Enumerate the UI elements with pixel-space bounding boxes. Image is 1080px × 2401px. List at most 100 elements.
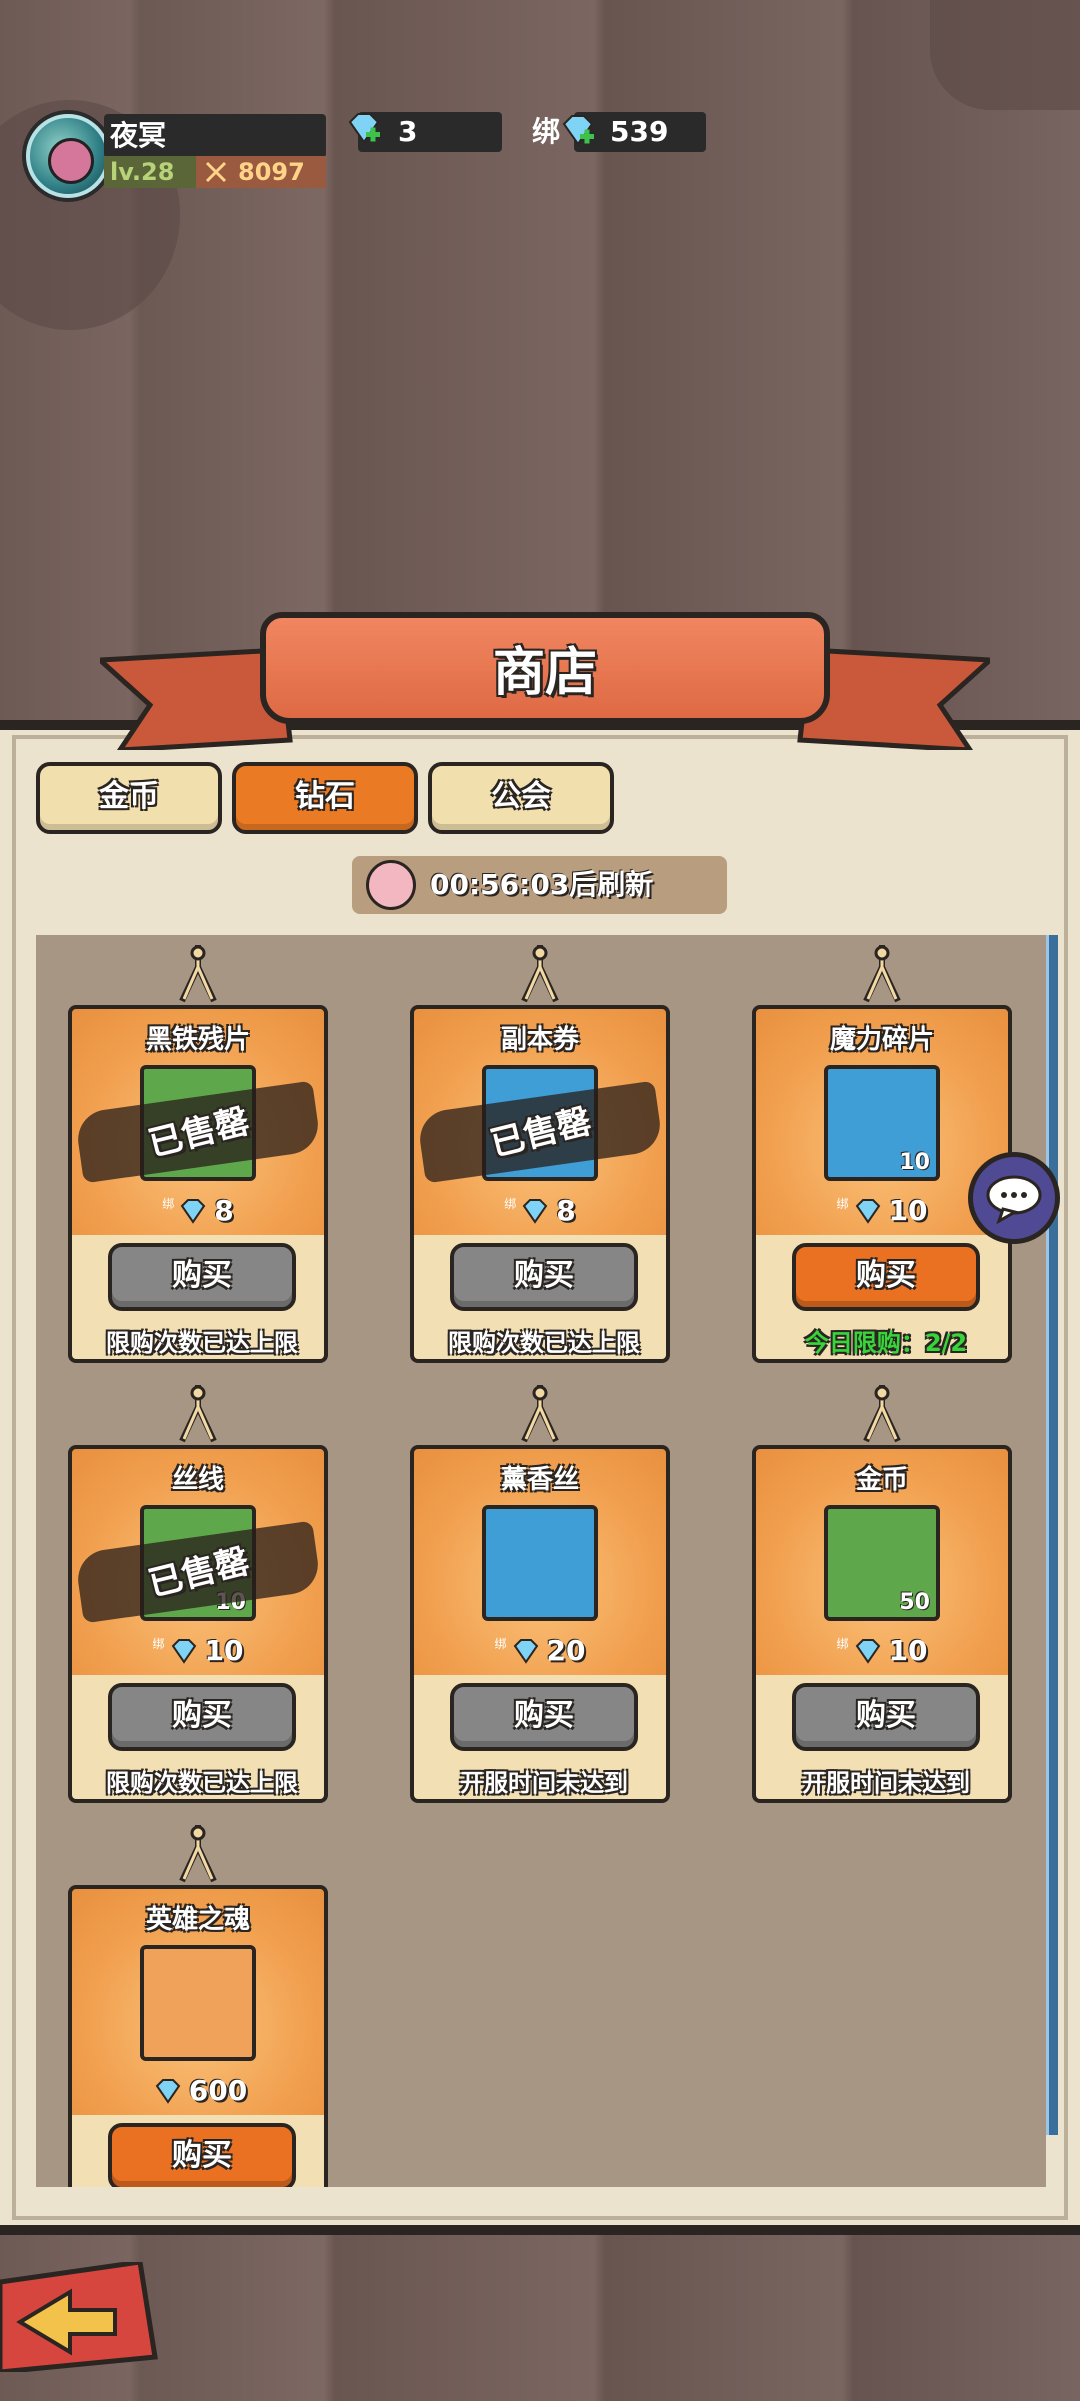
magic-shard-icon: 10 — [824, 1065, 940, 1181]
chat-bubble-icon — [986, 1175, 1042, 1225]
price-row: 600 — [68, 2069, 328, 2113]
bind-tag: 绑 — [494, 1637, 507, 1651]
card-footer: 购买 — [68, 2115, 328, 2187]
scrollbar[interactable] — [1046, 935, 1058, 2135]
item-quantity: 10 — [899, 1150, 930, 1175]
purchase-note: 开服时间未达到 — [460, 1769, 628, 1797]
item-name: 英雄之魂 — [145, 1905, 250, 1935]
background-rock — [930, 0, 1080, 110]
shop-title: 商店 — [492, 643, 597, 703]
hook-icon — [521, 1385, 559, 1443]
price-row: 绑 20 — [410, 1629, 670, 1673]
price-row: 绑 10 — [68, 1629, 328, 1673]
item-price: 10 — [888, 1634, 928, 1667]
diamond-icon — [522, 1199, 548, 1224]
hook-icon — [863, 945, 901, 1003]
bound-diamond-count: 539 — [610, 115, 669, 148]
purchase-note: 开服时间未达到 — [802, 1769, 970, 1797]
hook-icon — [179, 1385, 217, 1443]
player-level: lv.28 — [104, 156, 196, 188]
diamond-icon — [155, 2079, 181, 2104]
item-price: 8 — [214, 1194, 234, 1227]
hook-icon — [179, 945, 217, 1003]
item-quantity: 50 — [899, 1590, 930, 1615]
bound-diamond-counter[interactable]: 绑 539 — [532, 112, 706, 152]
tab-guild[interactable]: 公会 — [428, 762, 614, 834]
diamond-icon — [171, 1639, 196, 1664]
shop-item-card[interactable]: 黑铁残片 已售罄绑 8 购买 限购次数已达上限 — [68, 945, 328, 1363]
diamond-plus-icon[interactable] — [344, 112, 384, 148]
avatar-face — [48, 138, 94, 184]
item-name: 副本券 — [500, 1025, 579, 1055]
shop-title-ribbon: 商店 — [100, 600, 990, 750]
hero-soul-icon — [140, 1945, 256, 2061]
swords-icon — [205, 161, 227, 183]
diamond-icon — [855, 1639, 880, 1664]
price-row: 绑8 — [410, 1189, 670, 1233]
diamond-icon — [855, 1199, 880, 1224]
card-footer: 购买限购次数已达上限 — [410, 1235, 670, 1363]
gold-coin-icon: 50 — [824, 1505, 940, 1621]
diamond-icon — [513, 1639, 538, 1664]
player-power: 8097 — [196, 156, 326, 188]
item-name: 魔力碎片 — [829, 1025, 934, 1055]
diamond-icon — [180, 1199, 206, 1224]
buy-button[interactable]: 购买 — [108, 2123, 296, 2187]
card-footer: 购买限购次数已达上限 — [68, 1675, 328, 1803]
diamond-count: 3 — [398, 115, 418, 148]
shop-item-card[interactable]: 英雄之魂 600 购买 — [68, 1825, 328, 2187]
shop-item-card[interactable]: 丝线10已售罄绑10购买限购次数已达上限 — [68, 1385, 328, 1803]
refresh-timer: 00:56:03后刷新 — [352, 856, 727, 914]
item-name: 薰香丝 — [500, 1465, 579, 1495]
card-footer: 购买 开服时间未达到 — [752, 1675, 1012, 1803]
card-footer: 购买限购次数已达上限 — [68, 1235, 328, 1363]
purchase-note: 限购次数已达上限 — [106, 1769, 298, 1797]
item-price: 10 — [888, 1194, 928, 1227]
item-name: 金币 — [855, 1465, 908, 1495]
power-value: 8097 — [238, 158, 305, 186]
item-price: 600 — [188, 2074, 248, 2107]
bound-diamond-plus-icon[interactable] — [558, 114, 598, 150]
buy-button[interactable]: 购买 — [792, 1243, 980, 1311]
card-footer: 购买 开服时间未达到 — [410, 1675, 670, 1803]
price-row: 绑 10 — [752, 1629, 1012, 1673]
buy-button[interactable]: 购买 — [450, 1683, 638, 1751]
bind-tag: 绑 — [152, 1637, 165, 1651]
shop-item-card[interactable]: 金币 50 绑 10 购买开服时间未达到 — [752, 1385, 1012, 1803]
hook-icon — [179, 1825, 217, 1883]
shop-item-card[interactable]: 副本券 已售罄绑 8 购买 限购次数已达上限 — [410, 945, 670, 1363]
shop-item-card[interactable]: 薰香丝绑 20 购买开服时间未达到 — [410, 1385, 670, 1803]
item-price: 20 — [546, 1634, 586, 1667]
clock-icon — [366, 860, 416, 910]
tab-gold[interactable]: 金币 — [36, 762, 222, 834]
hook-icon — [863, 1385, 901, 1443]
shop-item-grid[interactable]: 黑铁残片 已售罄绑 8 购买 限购次数已达上限 副本券 已售罄绑 8 购买 限购次数已达上限 魔力碎… — [36, 935, 1046, 2187]
item-price: 8 — [556, 1194, 576, 1227]
bound-label: 绑 — [532, 115, 561, 148]
price-row: 绑8 — [68, 1189, 328, 1233]
chat-button[interactable] — [968, 1152, 1060, 1244]
item-price: 10 — [204, 1634, 244, 1667]
bind-tag: 绑 — [836, 1637, 849, 1651]
bind-tag: 绑 — [504, 1197, 517, 1211]
tab-diamond[interactable]: 钻石 — [232, 762, 418, 834]
buy-button[interactable]: 购买 — [450, 1243, 638, 1311]
item-name: 黑铁残片 — [145, 1025, 250, 1055]
yarn-ball-icon — [482, 1505, 598, 1621]
player-avatar[interactable] — [26, 114, 110, 198]
hook-icon — [521, 945, 559, 1003]
buy-button[interactable]: 购买 — [792, 1683, 980, 1751]
back-button[interactable] — [0, 2262, 160, 2372]
buy-button[interactable]: 购买 — [108, 1683, 296, 1751]
bind-tag: 绑 — [836, 1197, 849, 1211]
buy-button[interactable]: 购买 — [108, 1243, 296, 1311]
refresh-timer-text: 00:56:03后刷新 — [430, 868, 654, 901]
purchase-note: 限购次数已达上限 — [106, 1329, 298, 1357]
purchase-note: 限购次数已达上限 — [448, 1329, 640, 1357]
bind-tag: 绑 — [162, 1197, 175, 1211]
card-footer: 购买今日限购：2/2 — [752, 1235, 1012, 1363]
purchase-note: 今日限购：2/2 — [804, 1329, 968, 1357]
diamond-counter[interactable]: 3 — [348, 112, 502, 152]
item-name: 丝线 — [171, 1465, 224, 1495]
player-name: 夜冥 — [104, 114, 326, 158]
